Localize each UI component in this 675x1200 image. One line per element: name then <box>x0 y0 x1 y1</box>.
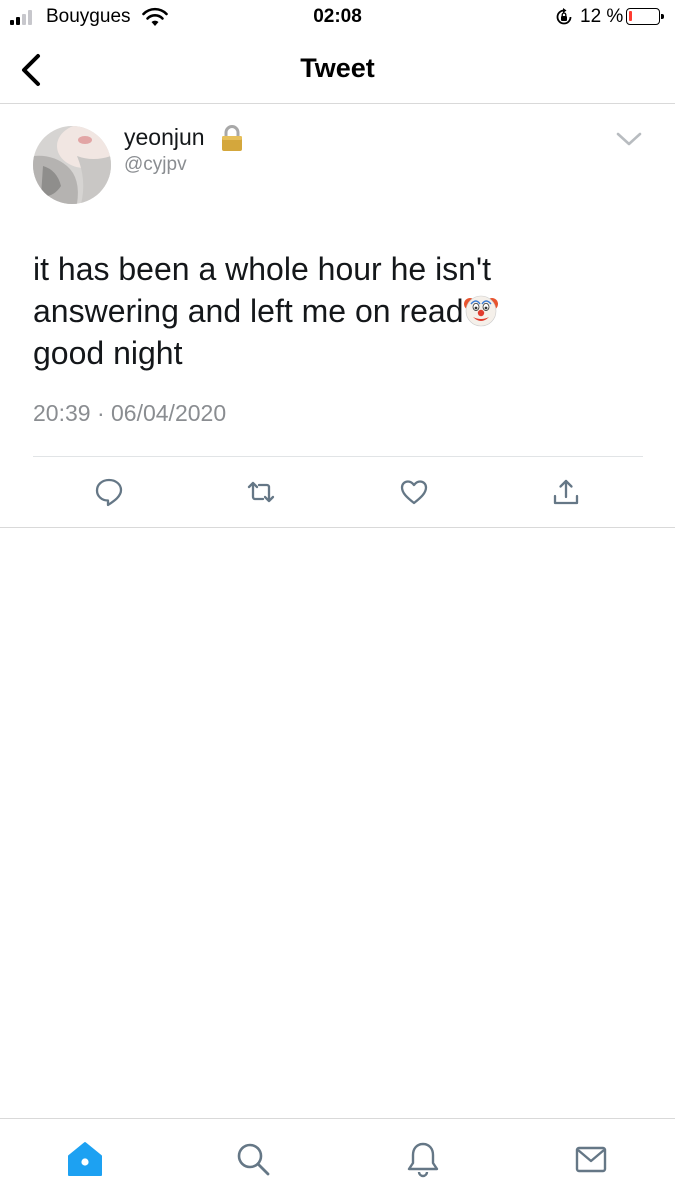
battery-icon <box>626 8 664 25</box>
retweet-icon[interactable] <box>245 476 277 508</box>
tweet-action-bar <box>0 470 675 514</box>
tweet-timestamp: 20:39 · 06/04/2020 <box>33 400 227 426</box>
search-icon[interactable] <box>233 1139 273 1179</box>
messages-icon[interactable] <box>571 1139 611 1179</box>
reply-icon[interactable] <box>93 476 125 508</box>
tweet-text-line: it has been a whole hour he isn't <box>33 251 491 287</box>
notifications-icon[interactable] <box>403 1139 443 1179</box>
divider <box>33 456 643 457</box>
page-title: Tweet <box>300 53 375 83</box>
tweet-text-line: good night <box>33 335 183 371</box>
chevron-down-icon[interactable] <box>614 130 644 148</box>
like-icon[interactable] <box>398 476 430 508</box>
carrier-name: Bouygues <box>46 6 131 27</box>
battery-percentage: 12 % <box>580 6 624 27</box>
display-name[interactable]: yeonjun <box>124 124 205 151</box>
clown-face-emoji <box>464 295 499 327</box>
lock-icon <box>222 125 242 151</box>
signal-icon <box>10 9 40 25</box>
tweet-text: it has been a whole hour he isn't answer… <box>33 248 633 374</box>
status-bar: Bouygues 02:08 12 % <box>0 0 675 36</box>
tweet-text-line: answering and left me on read <box>33 290 633 332</box>
tab-bar <box>0 1118 675 1200</box>
navigation-bar: Tweet <box>0 36 675 104</box>
divider <box>0 527 675 528</box>
chevron-left-icon[interactable] <box>16 50 46 90</box>
tweet-text-segment: answering and left me on read <box>33 293 464 329</box>
user-handle: @cyjpv <box>124 154 187 175</box>
home-icon[interactable] <box>65 1139 105 1179</box>
wifi-icon <box>142 7 168 26</box>
avatar[interactable] <box>33 126 111 204</box>
rotation-lock-icon <box>556 8 572 25</box>
share-icon[interactable] <box>550 476 582 508</box>
